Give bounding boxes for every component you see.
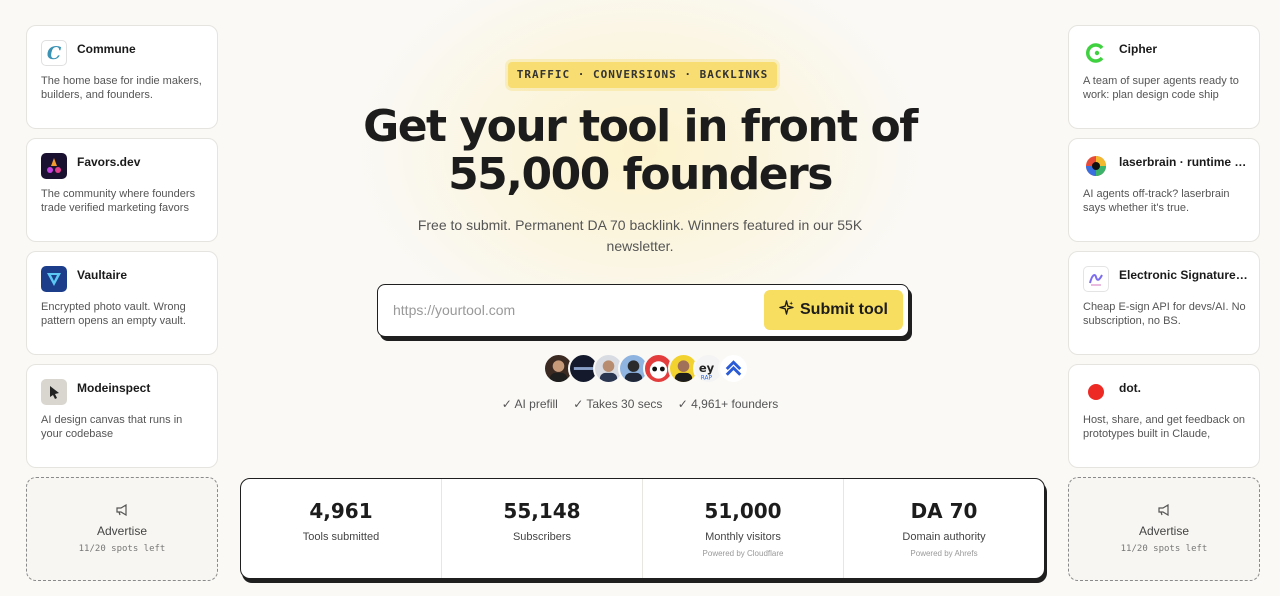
megaphone-icon bbox=[27, 503, 217, 519]
modeinspect-logo-icon bbox=[41, 379, 67, 405]
stat-domain-authority: DA 70 Domain authority Powered by Ahrefs bbox=[844, 479, 1044, 578]
advertise-slot-left[interactable]: Advertise 11/20 spots left bbox=[26, 477, 218, 581]
tool-name: dot. bbox=[1119, 381, 1141, 395]
commune-logo-icon: C bbox=[41, 40, 67, 66]
svg-text:ey: ey bbox=[699, 360, 715, 374]
tool-card-vaultaire[interactable]: Vaultaire Encrypted photo vault. Wrong p… bbox=[26, 251, 218, 355]
tool-card-commune[interactable]: C Commune The home base for indie makers… bbox=[26, 25, 218, 129]
tool-description: Cheap E-sign API for devs/AI. No subscri… bbox=[1083, 301, 1246, 327]
left-tool-column: C Commune The home base for indie makers… bbox=[26, 25, 218, 581]
tool-name: Commune bbox=[77, 42, 136, 56]
vaultaire-logo-icon bbox=[41, 266, 67, 292]
cipher-logo-icon bbox=[1083, 40, 1109, 66]
stat-label: Domain authority bbox=[902, 531, 986, 543]
advertise-label: Advertise bbox=[1138, 524, 1190, 538]
tool-card-favors[interactable]: Favors.dev The community where founders … bbox=[26, 138, 218, 242]
advertise-slot-right[interactable]: Advertise 11/20 spots left bbox=[1068, 477, 1260, 581]
stat-value: 55,148 bbox=[503, 499, 581, 523]
stat-value: 4,961 bbox=[309, 499, 373, 523]
stat-source: Powered by Ahrefs bbox=[910, 549, 978, 558]
spots-left-text: 11/20 spots left bbox=[1120, 544, 1208, 554]
tool-description: Host, share, and get feedback on prototy… bbox=[1083, 414, 1246, 440]
sparkle-icon bbox=[779, 300, 794, 320]
stat-label: Tools submitted bbox=[302, 531, 380, 543]
tool-card-modeinspect[interactable]: Modeinspect AI design canvas that runs i… bbox=[26, 364, 218, 468]
megaphone-icon bbox=[1069, 503, 1259, 519]
tool-card-esignature[interactable]: Electronic Signature ... Cheap E-sign AP… bbox=[1068, 251, 1260, 355]
tool-description: The community where founders trade verif… bbox=[41, 188, 196, 214]
tool-description: The home base for indie makers, builders… bbox=[41, 75, 202, 101]
tool-name: Vaultaire bbox=[77, 268, 128, 282]
tool-card-cipher[interactable]: Cipher A team of super agents ready to w… bbox=[1068, 25, 1260, 129]
tool-description: A team of super agents ready to work: pl… bbox=[1083, 75, 1239, 101]
tool-card-laserbrain[interactable]: laserbrain · runtime g... AI agents off-… bbox=[1068, 138, 1260, 242]
submit-button-label: Submit tool bbox=[800, 301, 888, 318]
check-ai-prefill: ✓ AI prefill bbox=[501, 397, 558, 411]
stat-subscribers: 55,148 Subscribers bbox=[442, 479, 643, 578]
headline-line-2: 55,000 founders bbox=[448, 149, 833, 200]
tool-url-input[interactable] bbox=[393, 299, 753, 321]
stat-tools-submitted: 4,961 Tools submitted bbox=[241, 479, 442, 578]
stat-monthly-visitors: 51,000 Monthly visitors Powered by Cloud… bbox=[643, 479, 844, 578]
tool-name: Modeinspect bbox=[77, 381, 151, 395]
tool-name: Favors.dev bbox=[77, 155, 141, 169]
tool-name: Electronic Signature ... bbox=[1119, 268, 1249, 282]
stat-source: Powered by Cloudflare bbox=[702, 549, 784, 558]
hero-subtext: Free to submit. Permanent DA 70 backlink… bbox=[417, 217, 863, 254]
favors-logo-icon bbox=[41, 153, 67, 179]
submit-tool-form: Submit tool bbox=[377, 284, 909, 337]
submit-tool-button[interactable]: Submit tool bbox=[764, 290, 903, 330]
check-takes-30-secs: ✓ Takes 30 secs bbox=[573, 397, 663, 411]
headline-line-1: Get your tool in front of bbox=[363, 101, 918, 152]
tool-name: Cipher bbox=[1119, 42, 1158, 56]
stats-panel: 4,961 Tools submitted 55,148 Subscribers… bbox=[240, 478, 1045, 579]
stat-label: Subscribers bbox=[512, 531, 572, 543]
check-founders-count: ✓ 4,961+ founders bbox=[677, 397, 779, 411]
svg-text:RAP: RAP bbox=[701, 375, 713, 381]
tool-description: Encrypted photo vault. Wrong pattern ope… bbox=[41, 301, 186, 327]
tool-card-dot[interactable]: dot. Host, share, and get feedback on pr… bbox=[1068, 364, 1260, 468]
laserbrain-logo-icon bbox=[1083, 153, 1109, 179]
svg-text:C: C bbox=[47, 43, 62, 64]
stat-value: 51,000 bbox=[704, 499, 782, 523]
avatar bbox=[718, 353, 749, 384]
tool-description: AI design canvas that runs in your codeb… bbox=[41, 414, 183, 440]
tool-name: laserbrain · runtime g... bbox=[1119, 155, 1249, 169]
spots-left-text: 11/20 spots left bbox=[78, 544, 166, 554]
stat-label: Monthly visitors bbox=[705, 531, 781, 543]
tool-description: AI agents off-track? laserbrain says whe… bbox=[1083, 188, 1230, 214]
founder-avatars: ey RAP bbox=[543, 353, 749, 385]
feature-checks: ✓ AI prefill ✓ Takes 30 secs ✓ 4,961+ fo… bbox=[440, 397, 840, 411]
hero-badge: TRAFFIC · CONVERSIONS · BACKLINKS bbox=[508, 62, 777, 88]
esignature-logo-icon bbox=[1083, 266, 1109, 292]
dot-logo-icon bbox=[1083, 379, 1109, 405]
advertise-label: Advertise bbox=[96, 524, 148, 538]
stat-value: DA 70 bbox=[910, 499, 978, 523]
right-tool-column: Cipher A team of super agents ready to w… bbox=[1068, 25, 1260, 581]
